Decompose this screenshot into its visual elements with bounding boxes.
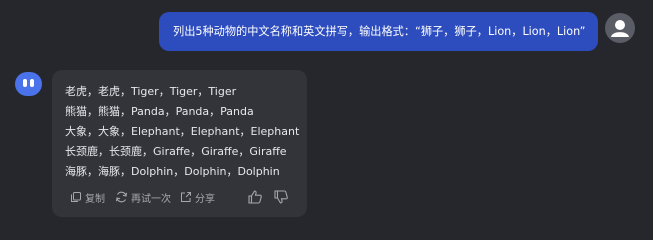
copy-button[interactable]: 复制 — [70, 189, 105, 205]
reply-line: 海豚，海豚，Dolphin，Dolphin，Dolphin — [65, 165, 280, 178]
reply-line: 熊猫，熊猫，Panda，Panda，Panda — [65, 105, 254, 118]
assistant-message-bubble: 老虎，老虎，Tiger，Tiger，Tiger 熊猫，熊猫，Panda，Pand… — [52, 70, 307, 217]
reply-line: 大象，大象，Elephant，Elephant，Elephant — [65, 125, 300, 138]
share-icon — [181, 192, 191, 202]
user-avatar[interactable] — [605, 13, 635, 43]
bot-right-eye — [30, 79, 34, 87]
copy-label: 复制 — [85, 193, 105, 205]
like-button[interactable] — [247, 189, 263, 205]
copy-icon — [71, 192, 81, 202]
message-actions: 复制 再试一次 分享 — [70, 189, 295, 205]
thumbs-down-icon — [274, 190, 288, 204]
thumbs-up-icon — [248, 190, 262, 204]
share-label: 分享 — [195, 193, 215, 205]
refresh-icon — [115, 191, 128, 203]
bot-avatar — [15, 72, 42, 96]
bot-left-eye — [23, 79, 27, 87]
retry-button[interactable]: 再试一次 — [115, 189, 171, 205]
retry-label: 再试一次 — [131, 193, 171, 205]
share-button[interactable]: 分享 — [180, 189, 215, 205]
user-message-bubble: 列出5种动物的中文名称和英文拼写，输出格式：“狮子，狮子，Lion，Lion，L… — [159, 12, 598, 51]
dislike-button[interactable] — [273, 189, 289, 205]
reply-line: 长颈鹿，长颈鹿，Giraffe，Giraffe，Giraffe — [65, 145, 287, 158]
user-avatar-icon — [611, 20, 629, 37]
reply-line: 老虎，老虎，Tiger，Tiger，Tiger — [65, 85, 237, 98]
